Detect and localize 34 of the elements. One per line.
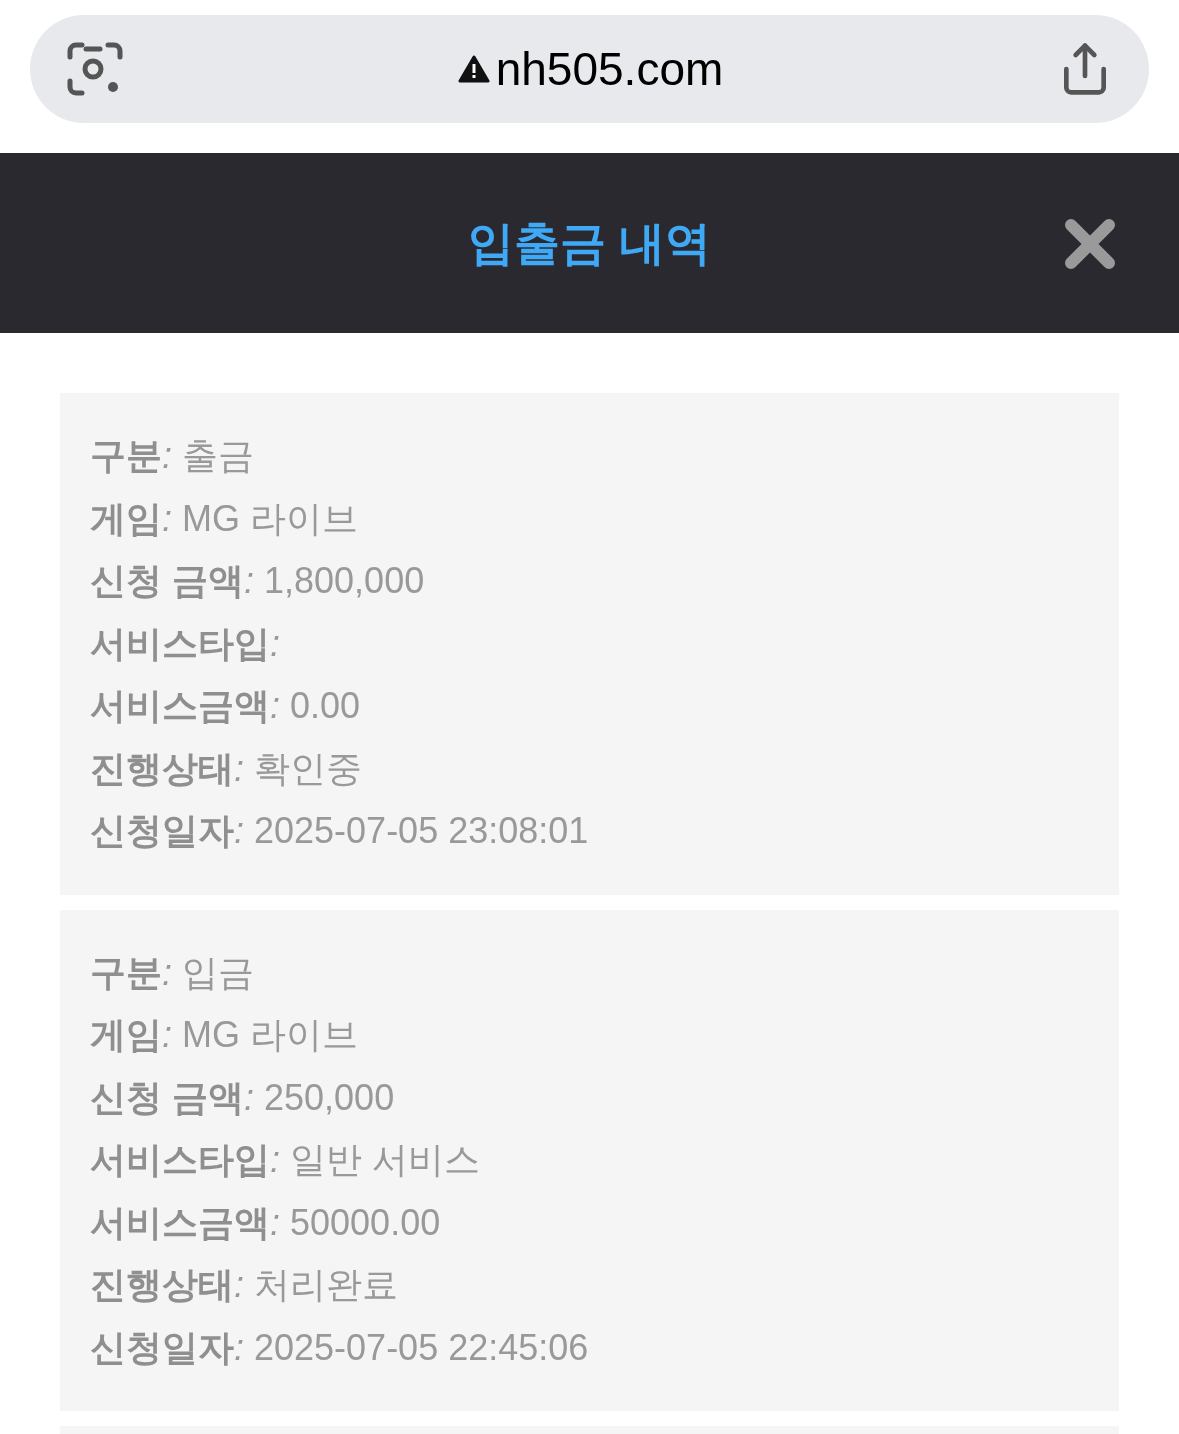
- field-value: : 0.00: [270, 684, 361, 728]
- field-value: : 2025-07-05 22:45:06: [234, 1325, 589, 1370]
- field-label: 신청 금액: [90, 1075, 244, 1120]
- field-label: 신청 금액: [90, 559, 244, 603]
- field-value: : 250,000: [244, 1075, 395, 1120]
- camera-search-icon[interactable]: [66, 41, 124, 97]
- field-label: 서비스타입: [90, 621, 270, 666]
- url-text: nh505.com: [495, 41, 724, 97]
- field-value: : MG 라이브: [162, 1013, 358, 1057]
- field-label: 신청일자: [90, 809, 234, 853]
- field-label: 진행상태: [90, 1263, 234, 1307]
- field-label: 서비스금액: [90, 1200, 270, 1245]
- address-bar[interactable]: nh505.com: [30, 15, 1149, 123]
- field-value: : MG 라이브: [162, 496, 358, 541]
- field-value: : 일반 서비스: [270, 1138, 481, 1182]
- field-value: : 출금: [162, 434, 255, 478]
- field-label: 신청일자: [90, 1325, 234, 1370]
- field-label: 진행상태: [90, 746, 234, 791]
- field-label: 구분: [90, 950, 162, 995]
- field-label: 서비스금액: [90, 684, 270, 728]
- field-value: : 확인중: [234, 746, 363, 791]
- field-value: : 입금: [162, 950, 255, 995]
- field-value: : 50000.00: [270, 1200, 441, 1245]
- warning-icon: [457, 55, 490, 83]
- field-label: 게임: [90, 1013, 162, 1057]
- field-value: :: [270, 621, 280, 666]
- field-label: 게임: [90, 496, 162, 541]
- close-icon[interactable]: [1065, 219, 1115, 269]
- field-value: : 1,800,000: [244, 559, 425, 603]
- field-value: : 2025-07-05 23:08:01: [234, 809, 589, 853]
- field-label: 구분: [90, 434, 162, 478]
- page-title: 입출금 내역: [468, 215, 711, 271]
- field-label: 서비스타입: [90, 1138, 270, 1182]
- field-value: : 처리완료: [234, 1263, 399, 1307]
